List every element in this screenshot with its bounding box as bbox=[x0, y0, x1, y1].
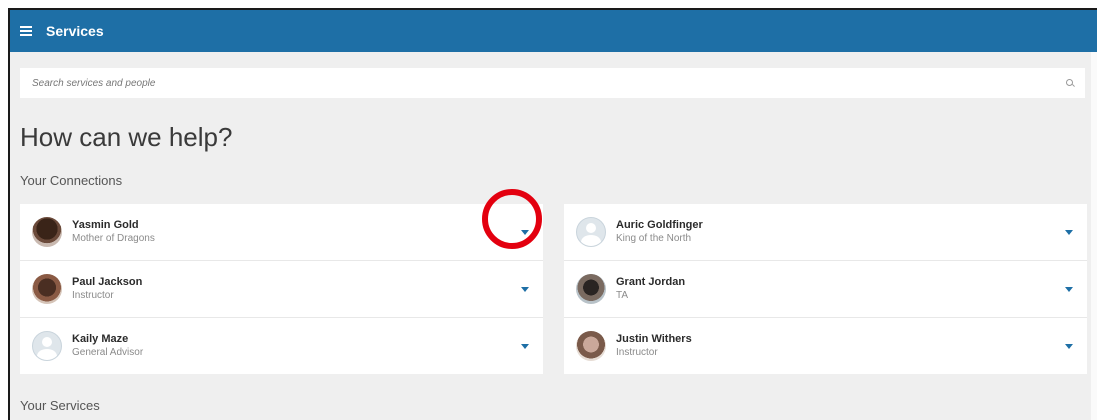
top-bar: Services bbox=[10, 10, 1097, 52]
connection-row[interactable]: Yasmin Gold Mother of Dragons bbox=[20, 204, 543, 261]
connection-row[interactable]: Justin Withers Instructor bbox=[564, 318, 1087, 374]
connection-name: Kaily Maze bbox=[72, 333, 129, 345]
connections-card-left: Yasmin Gold Mother of Dragons Paul Jacks… bbox=[20, 204, 543, 374]
chevron-down-icon[interactable] bbox=[1065, 230, 1073, 235]
connections-heading: Your Connections bbox=[20, 173, 123, 188]
connection-name: Auric Goldfinger bbox=[616, 219, 703, 231]
page-title: How can we help? bbox=[20, 122, 233, 152]
connection-name: Justin Withers bbox=[616, 333, 692, 345]
connection-role: Instructor bbox=[616, 347, 658, 358]
connection-row[interactable]: Auric Goldfinger King of the North bbox=[564, 204, 1087, 261]
search-icon[interactable] bbox=[1066, 78, 1075, 88]
chevron-down-icon[interactable] bbox=[1065, 344, 1073, 349]
chevron-down-icon[interactable] bbox=[521, 344, 529, 349]
connection-name: Grant Jordan bbox=[616, 276, 686, 288]
avatar bbox=[576, 331, 606, 361]
search-input[interactable] bbox=[20, 68, 1066, 98]
connection-name: Paul Jackson bbox=[72, 276, 143, 288]
connection-name: Yasmin Gold bbox=[72, 219, 139, 231]
app-title: Services bbox=[46, 23, 104, 39]
connection-role: Mother of Dragons bbox=[72, 233, 155, 244]
avatar bbox=[32, 274, 62, 304]
right-gutter bbox=[1091, 52, 1097, 420]
chevron-down-icon[interactable] bbox=[521, 287, 529, 292]
connection-row[interactable]: Kaily Maze General Advisor bbox=[20, 318, 543, 374]
avatar bbox=[32, 217, 62, 247]
connection-role: Instructor bbox=[72, 290, 114, 301]
connection-role: King of the North bbox=[616, 233, 692, 244]
connection-row[interactable]: Paul Jackson Instructor bbox=[20, 261, 543, 318]
connection-role: TA bbox=[616, 290, 629, 301]
connection-role: General Advisor bbox=[72, 347, 144, 358]
connection-row[interactable]: Grant Jordan TA bbox=[564, 261, 1087, 318]
chevron-down-icon[interactable] bbox=[521, 230, 529, 235]
chevron-down-icon[interactable] bbox=[1065, 287, 1073, 292]
app-window: Services How can we help? Your Connectio… bbox=[8, 8, 1097, 420]
avatar-placeholder-icon bbox=[32, 331, 62, 361]
avatar bbox=[576, 274, 606, 304]
connections-card-right: Auric Goldfinger King of the North Grant… bbox=[564, 204, 1087, 374]
search-bar bbox=[20, 68, 1085, 98]
services-heading: Your Services bbox=[20, 398, 100, 413]
avatar-placeholder-icon bbox=[576, 217, 606, 247]
hamburger-menu-icon[interactable] bbox=[20, 26, 32, 36]
